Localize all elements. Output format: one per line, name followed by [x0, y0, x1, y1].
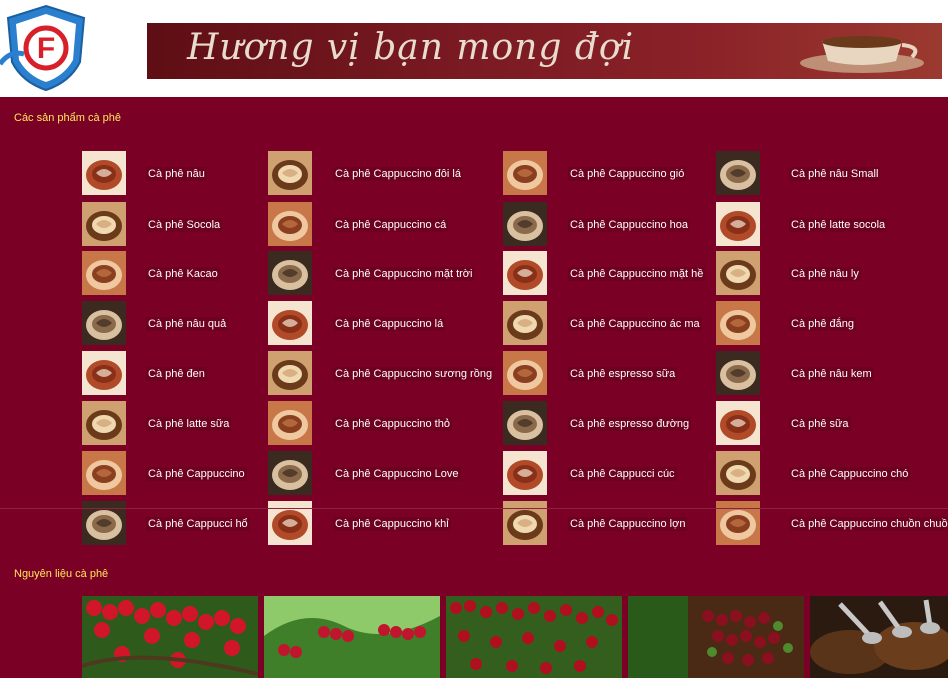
product-link[interactable]: Cà phê nâu ly	[789, 267, 861, 281]
product-link[interactable]: Cà phê latte sữa	[146, 417, 232, 431]
product-thumbnail[interactable]	[503, 451, 547, 495]
product-thumbnail[interactable]	[716, 351, 760, 395]
product-link[interactable]: Cà phê Cappuccino ác ma	[568, 317, 702, 331]
product-thumbnail[interactable]	[503, 202, 547, 246]
product-link[interactable]: Cà phê Cappuccino hoa	[568, 218, 691, 232]
product-link[interactable]: Cà phê Cappuccino cá	[333, 218, 449, 232]
product-link[interactable]: Cà phê nâu	[146, 167, 207, 181]
product-thumbnail[interactable]	[82, 451, 126, 495]
product-link[interactable]: Cà phê espresso đường	[568, 417, 692, 431]
coffee-cherries-image-2[interactable]	[264, 596, 440, 678]
svg-text:F: F	[37, 32, 55, 65]
product-thumbnail[interactable]	[716, 401, 760, 445]
product-link[interactable]: Cà phê Socola	[146, 218, 223, 232]
materials-section-title: Nguyên liệu cà phê	[14, 568, 109, 580]
site-logo[interactable]: F	[0, 2, 92, 94]
product-link[interactable]: Cà phê nâu Small	[789, 167, 881, 181]
product-link[interactable]: Cà phê Cappucci cúc	[568, 467, 677, 481]
product-link[interactable]: Cà phê nâu kem	[789, 367, 874, 381]
product-link[interactable]: Cà phê Cappuccino	[146, 467, 247, 481]
product-link[interactable]: Cà phê Kacao	[146, 267, 220, 281]
product-thumbnail[interactable]	[268, 151, 312, 195]
product-thumbnail[interactable]	[503, 251, 547, 295]
product-link[interactable]: Cà phê Cappuccino Love	[333, 467, 461, 481]
product-link[interactable]: Cà phê espresso sữa	[568, 367, 678, 381]
product-thumbnail[interactable]	[716, 151, 760, 195]
product-thumbnail[interactable]	[716, 202, 760, 246]
product-thumbnail[interactable]	[82, 151, 126, 195]
product-thumbnail[interactable]	[82, 401, 126, 445]
product-thumbnail[interactable]	[82, 202, 126, 246]
product-link[interactable]: Cà phê Cappuccino gió	[568, 167, 687, 181]
product-thumbnail[interactable]	[716, 451, 760, 495]
product-link[interactable]: Cà phê đen	[146, 367, 207, 381]
product-link[interactable]: Cà phê Cappuccino đôi lá	[333, 167, 463, 181]
product-thumbnail[interactable]	[82, 351, 126, 395]
products-section-title: Các sản phẩm cà phê	[14, 112, 122, 124]
product-link[interactable]: Cà phê Cappuccino lá	[333, 317, 446, 331]
product-link[interactable]: Cà phê sữa	[789, 417, 851, 431]
product-link[interactable]: Cà phê latte socola	[789, 218, 888, 232]
product-thumbnail[interactable]	[503, 401, 547, 445]
product-link[interactable]: Cà phê Cappuccino mặt hề	[568, 267, 706, 281]
product-thumbnail[interactable]	[268, 202, 312, 246]
product-thumbnail[interactable]	[268, 301, 312, 345]
product-thumbnail[interactable]	[268, 451, 312, 495]
product-thumbnail[interactable]	[268, 251, 312, 295]
coffee-cherries-image-4[interactable]	[628, 596, 804, 678]
product-link[interactable]: Cà phê Cappuccino mặt trời	[333, 267, 475, 281]
product-thumbnail[interactable]	[503, 151, 547, 195]
product-link[interactable]: Cà phê Cappuccino khỉ	[333, 517, 451, 531]
product-link[interactable]: Cà phê Cappucci hổ	[146, 517, 250, 531]
header-banner: Hương vị bạn mong đợi	[147, 23, 942, 79]
product-link[interactable]: Cà phê Cappuccino thỏ	[333, 417, 452, 431]
divider	[0, 508, 948, 509]
product-thumbnail[interactable]	[268, 351, 312, 395]
product-thumbnail[interactable]	[716, 301, 760, 345]
product-link[interactable]: Cà phê nâu quả	[146, 317, 229, 331]
product-thumbnail[interactable]	[503, 301, 547, 345]
product-thumbnail[interactable]	[82, 301, 126, 345]
banner-slogan: Hương vị bạn mong đợi	[187, 27, 635, 68]
product-thumbnail[interactable]	[503, 351, 547, 395]
product-link[interactable]: Cà phê Cappuccino sương rồng	[333, 367, 495, 381]
roasted-beans-image[interactable]	[810, 596, 948, 678]
page-header: F Hương vị bạn mong đợi	[0, 0, 948, 97]
coffee-cup-icon	[800, 36, 924, 73]
product-thumbnail[interactable]	[716, 251, 760, 295]
product-link[interactable]: Cà phê Cappuccino chó	[789, 467, 911, 481]
product-thumbnail[interactable]	[268, 401, 312, 445]
coffee-cherries-image-1[interactable]	[82, 596, 258, 678]
product-link[interactable]: Cà phê Cappuccino chuồn chuồn	[789, 517, 948, 531]
product-link[interactable]: Cà phê Cappuccino lợn	[568, 517, 688, 531]
product-thumbnail[interactable]	[82, 251, 126, 295]
coffee-cherries-image-3[interactable]	[446, 596, 622, 678]
product-link[interactable]: Cà phê đắng	[789, 317, 856, 331]
